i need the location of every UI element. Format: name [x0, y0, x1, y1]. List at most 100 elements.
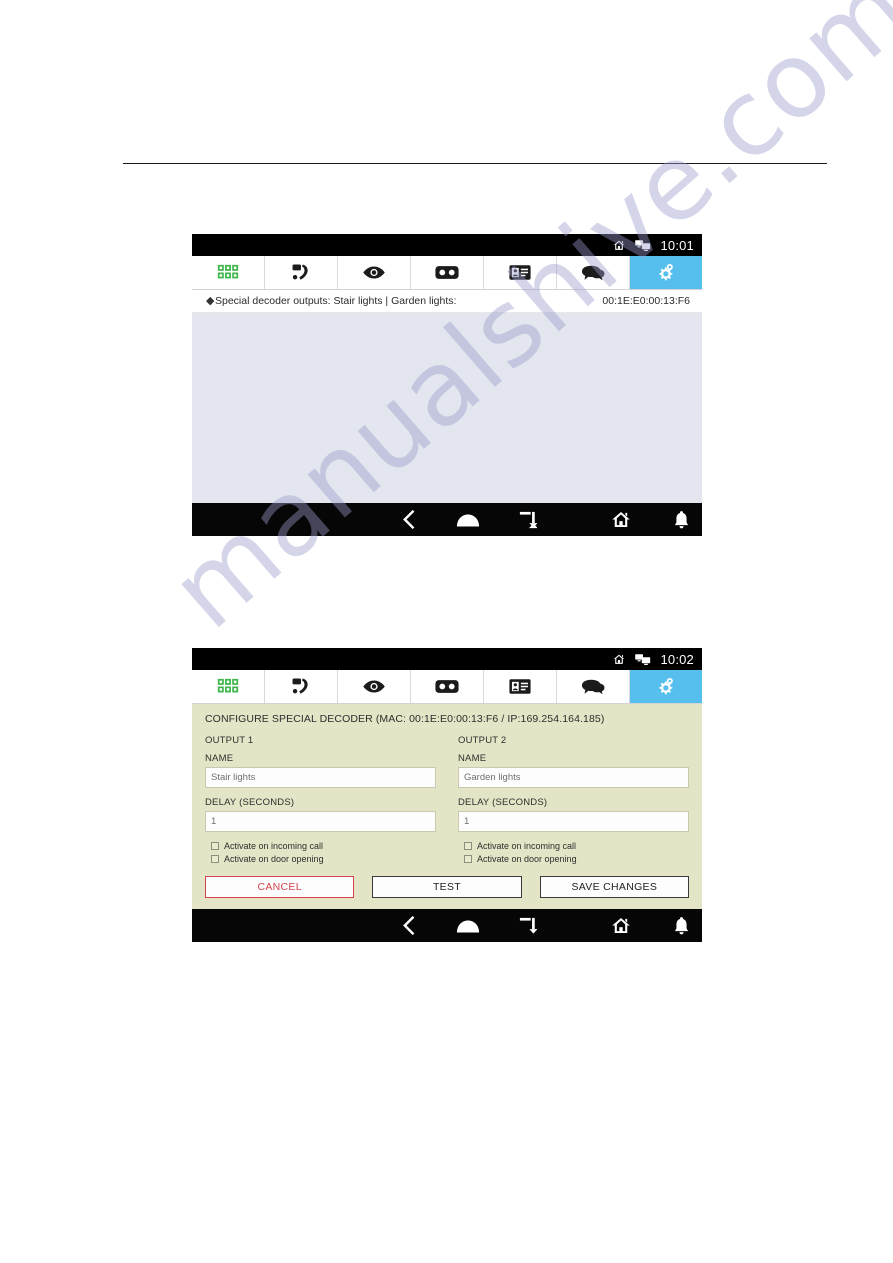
network-displays-icon [635, 239, 651, 251]
nav-back-button[interactable] [378, 916, 438, 935]
output-1-column: OUTPUT 1 NAME DELAY (SECONDS) Activate o… [205, 735, 436, 867]
home-filled-icon [456, 919, 480, 932]
cancel-button[interactable]: CANCEL [205, 876, 355, 898]
status-time: 10:01 [660, 237, 694, 253]
tab-bar-top [192, 256, 702, 290]
output-1-name-input[interactable] [205, 767, 436, 788]
nav-home-button[interactable] [438, 919, 498, 933]
output-2-name-label: NAME [458, 753, 487, 764]
nav-recents-button[interactable] [498, 511, 558, 529]
gear-icon [659, 677, 673, 695]
empty-content-area [192, 313, 702, 503]
checkbox-icon[interactable] [211, 855, 219, 863]
output-2-door-opening-label: Activate on door opening [477, 854, 577, 864]
tab-contacts[interactable] [484, 670, 557, 703]
output-2-delay-input[interactable] [458, 811, 689, 832]
gear-icon [659, 263, 673, 281]
watermark-overlay: manualshive.com [0, 0, 893, 1263]
bell-icon [674, 511, 688, 529]
eye-icon [363, 680, 385, 693]
speaker-icon [729, 510, 753, 529]
chat-bubbles-icon [581, 265, 605, 281]
output-2-heading: OUTPUT 2 [458, 735, 507, 746]
chevron-left-icon [402, 510, 414, 529]
output-2-door-opening-checkbox-row[interactable]: Activate on door opening [458, 854, 689, 864]
contact-card-icon [509, 265, 531, 280]
checkbox-icon[interactable] [211, 842, 219, 850]
speaker-icon [729, 916, 753, 935]
tab-keypad[interactable] [192, 256, 265, 289]
nav-volume-button[interactable] [711, 916, 771, 935]
configure-decoder-form: CONFIGURE SPECIAL DECODER (MAC: 00:1E:E0… [192, 704, 702, 909]
checkbox-icon[interactable] [464, 855, 472, 863]
tab-messages[interactable] [557, 670, 630, 703]
output-1-incoming-call-label: Activate on incoming call [224, 841, 324, 851]
output-2-incoming-call-label: Activate on incoming call [477, 841, 577, 851]
output-1-name-label: NAME [205, 753, 234, 764]
test-button[interactable]: TEST [372, 876, 522, 898]
nav-house-button[interactable] [591, 510, 651, 529]
page-divider-rule [123, 163, 827, 164]
home-outline-icon [612, 239, 626, 252]
tab-settings[interactable] [630, 670, 702, 703]
voicemail-icon [435, 266, 459, 279]
output-2-column: OUTPUT 2 NAME DELAY (SECONDS) Activate o… [458, 735, 689, 867]
checkbox-icon[interactable] [464, 842, 472, 850]
nav-house-button[interactable] [591, 916, 651, 935]
voicemail-icon [435, 680, 459, 693]
chevron-left-icon [402, 916, 414, 935]
nav-notifications-button[interactable] [651, 916, 711, 935]
bell-icon [674, 917, 688, 935]
tab-contacts[interactable] [484, 256, 557, 289]
output-1-delay-input[interactable] [205, 811, 436, 832]
nav-volume-button[interactable] [711, 510, 771, 529]
eye-icon [363, 266, 385, 279]
bullet-icon: ◆ [206, 294, 215, 307]
list-item[interactable]: ◆ Special decoder outputs: Stair lights … [192, 290, 702, 313]
tab-voicemail[interactable] [411, 670, 484, 703]
tab-bar-bottom [192, 670, 702, 704]
tab-keypad[interactable] [192, 670, 265, 703]
list-item-mac: 00:1E:E0:00:13:F6 [602, 295, 690, 307]
status-bar-top: 10:01 [192, 234, 702, 256]
tab-monitor[interactable] [338, 670, 411, 703]
output-1-door-opening-checkbox-row[interactable]: Activate on door opening [205, 854, 436, 864]
navigation-bar-bottom [192, 909, 753, 942]
home-outline-icon [612, 653, 626, 666]
nav-notifications-button[interactable] [651, 510, 711, 529]
output-1-delay-label: DELAY (SECONDS) [205, 797, 295, 808]
tab-call[interactable] [265, 256, 338, 289]
grid-dots-icon [217, 264, 239, 279]
tab-call[interactable] [265, 670, 338, 703]
nav-recents-button[interactable] [498, 917, 558, 935]
tab-settings[interactable] [630, 256, 702, 289]
output-1-door-opening-label: Activate on door opening [224, 854, 324, 864]
nav-back-button[interactable] [378, 510, 438, 529]
house-outline-icon [612, 512, 630, 527]
tab-messages[interactable] [557, 256, 630, 289]
save-changes-button[interactable]: SAVE CHANGES [539, 876, 689, 898]
tab-monitor[interactable] [338, 256, 411, 289]
network-displays-icon [635, 653, 651, 665]
nav-home-button[interactable] [438, 513, 498, 527]
output-2-name-input[interactable] [458, 767, 689, 788]
home-filled-icon [456, 513, 480, 526]
device-screenshot-top: 10:01 ◆ Special decoder outputs: Stair l… [192, 234, 753, 536]
phone-handset-icon [292, 264, 308, 280]
phone-handset-icon [292, 678, 308, 694]
contact-card-icon [509, 679, 531, 694]
house-outline-icon [612, 918, 630, 933]
tab-voicemail[interactable] [411, 256, 484, 289]
recents-arrow-icon [519, 917, 537, 934]
status-bar-bottom: 10:02 [192, 648, 702, 670]
output-2-incoming-call-checkbox-row[interactable]: Activate on incoming call [458, 841, 689, 851]
list-item-label: Special decoder outputs: Stair lights | … [215, 295, 457, 307]
chat-bubbles-icon [581, 679, 605, 695]
form-title: CONFIGURE SPECIAL DECODER (MAC: 00:1E:E0… [205, 713, 605, 725]
device-screenshot-bottom: 10:02 CONFIGURE SPECIAL DECODER (MAC: 00… [192, 648, 753, 942]
recents-arrow-icon [519, 511, 537, 528]
grid-dots-icon [217, 678, 239, 693]
navigation-bar-top [192, 503, 753, 536]
output-1-incoming-call-checkbox-row[interactable]: Activate on incoming call [205, 841, 436, 851]
output-2-delay-label: DELAY (SECONDS) [458, 797, 548, 808]
